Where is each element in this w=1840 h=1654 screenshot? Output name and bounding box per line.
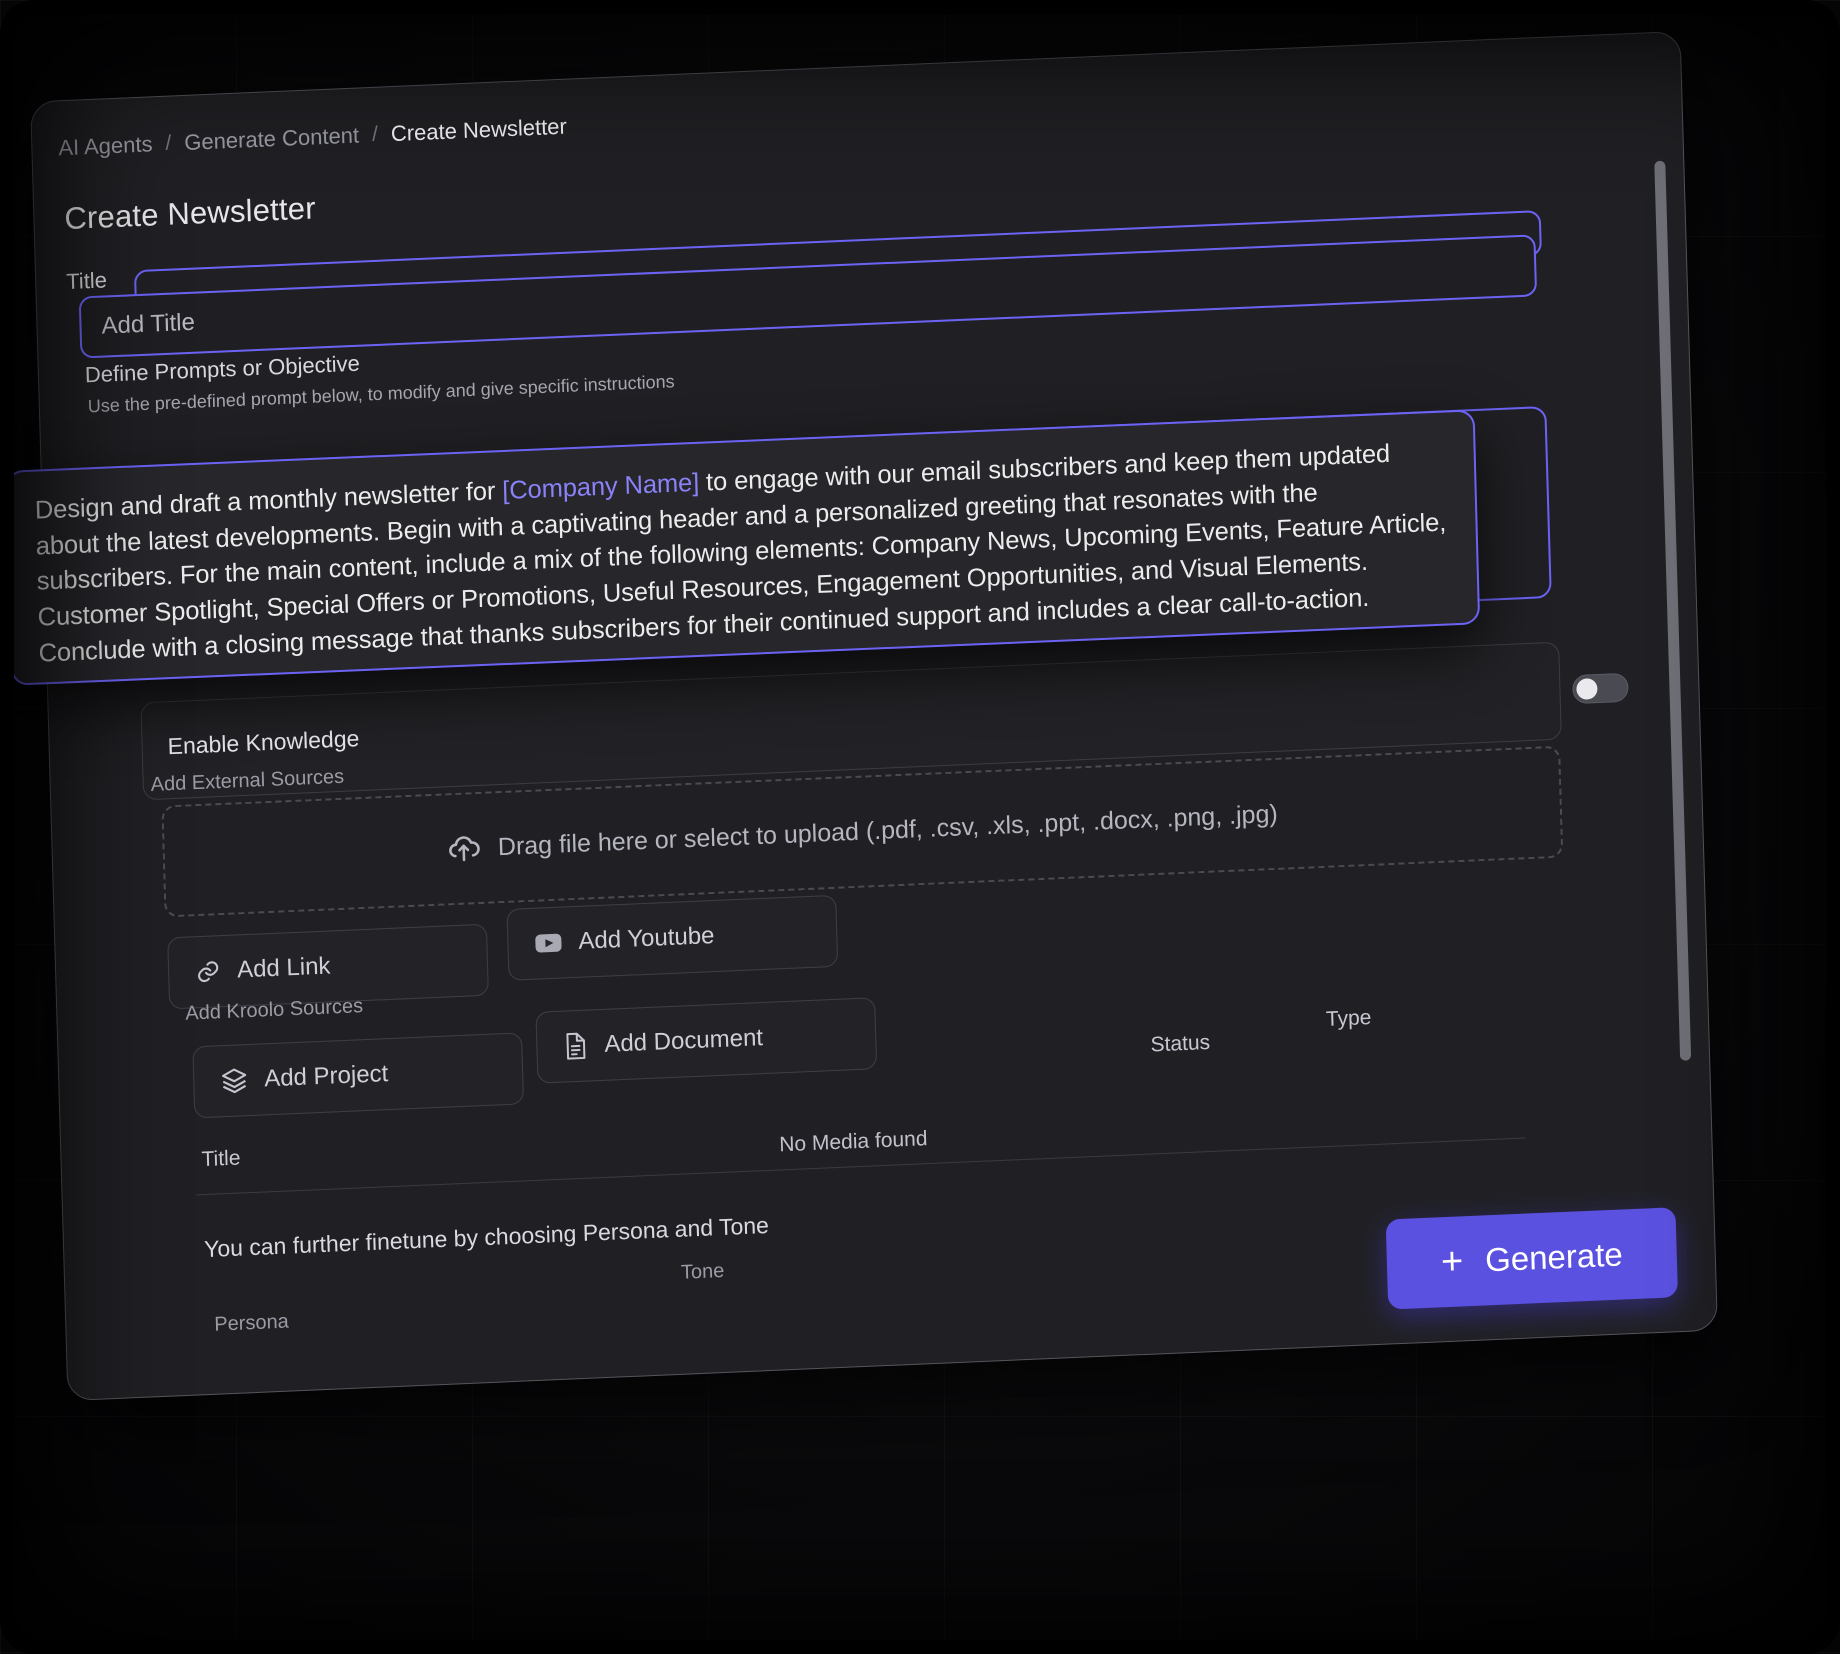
layers-icon xyxy=(220,1066,249,1095)
breadcrumb-item-ai-agents[interactable]: AI Agents xyxy=(58,131,153,161)
page-title: Create Newsletter xyxy=(63,190,317,237)
prompt-token-company-name: [Company Name] xyxy=(501,468,700,506)
add-youtube-button[interactable]: Add Youtube xyxy=(506,894,839,981)
breadcrumb-separator: / xyxy=(165,131,172,155)
generate-label: Generate xyxy=(1484,1235,1624,1279)
table-header-type: Type xyxy=(1325,1006,1372,1031)
add-document-button[interactable]: Add Document xyxy=(535,997,878,1084)
plus-icon: + xyxy=(1440,1240,1464,1284)
breadcrumb: AI Agents / Generate Content / Create Ne… xyxy=(58,114,567,162)
toggle-knob xyxy=(1576,678,1598,700)
persona-label: Persona xyxy=(214,1310,290,1336)
breadcrumb-item-create-newsletter[interactable]: Create Newsletter xyxy=(390,114,567,148)
link-icon xyxy=(195,958,222,985)
table-header-status: Status xyxy=(1150,1030,1211,1057)
prompt-text-part-2: to engage with our email subscribers and… xyxy=(35,439,1447,668)
tone-label: Tone xyxy=(680,1259,725,1284)
add-link-label: Add Link xyxy=(236,952,331,984)
add-project-button[interactable]: Add Project xyxy=(192,1032,525,1119)
app-panel: AI Agents / Generate Content / Create Ne… xyxy=(30,30,1718,1402)
table-header-title: Title xyxy=(201,1146,241,1172)
screenshot-stage: AI Agents / Generate Content / Create Ne… xyxy=(0,0,1840,1654)
scrollbar-thumb[interactable] xyxy=(1654,160,1692,1061)
upload-cloud-icon xyxy=(446,831,481,866)
generate-button[interactable]: + Generate xyxy=(1385,1207,1678,1310)
add-project-label: Add Project xyxy=(263,1060,389,1093)
finetune-description: You can further finetune by choosing Per… xyxy=(203,1211,770,1263)
document-icon xyxy=(563,1032,589,1061)
youtube-icon xyxy=(534,932,563,955)
app-window: AI Agents / Generate Content / Create Ne… xyxy=(30,30,1718,1402)
table-empty-message: No Media found xyxy=(778,1127,928,1157)
breadcrumb-separator: / xyxy=(371,122,379,146)
dropzone-text: Drag file here or select to upload (.pdf… xyxy=(497,799,1279,861)
add-youtube-label: Add Youtube xyxy=(578,922,715,955)
title-field-label: Title xyxy=(65,267,108,295)
add-document-label: Add Document xyxy=(603,1024,764,1058)
enable-knowledge-toggle[interactable] xyxy=(1572,672,1629,705)
breadcrumb-item-generate-content[interactable]: Generate Content xyxy=(184,122,359,155)
